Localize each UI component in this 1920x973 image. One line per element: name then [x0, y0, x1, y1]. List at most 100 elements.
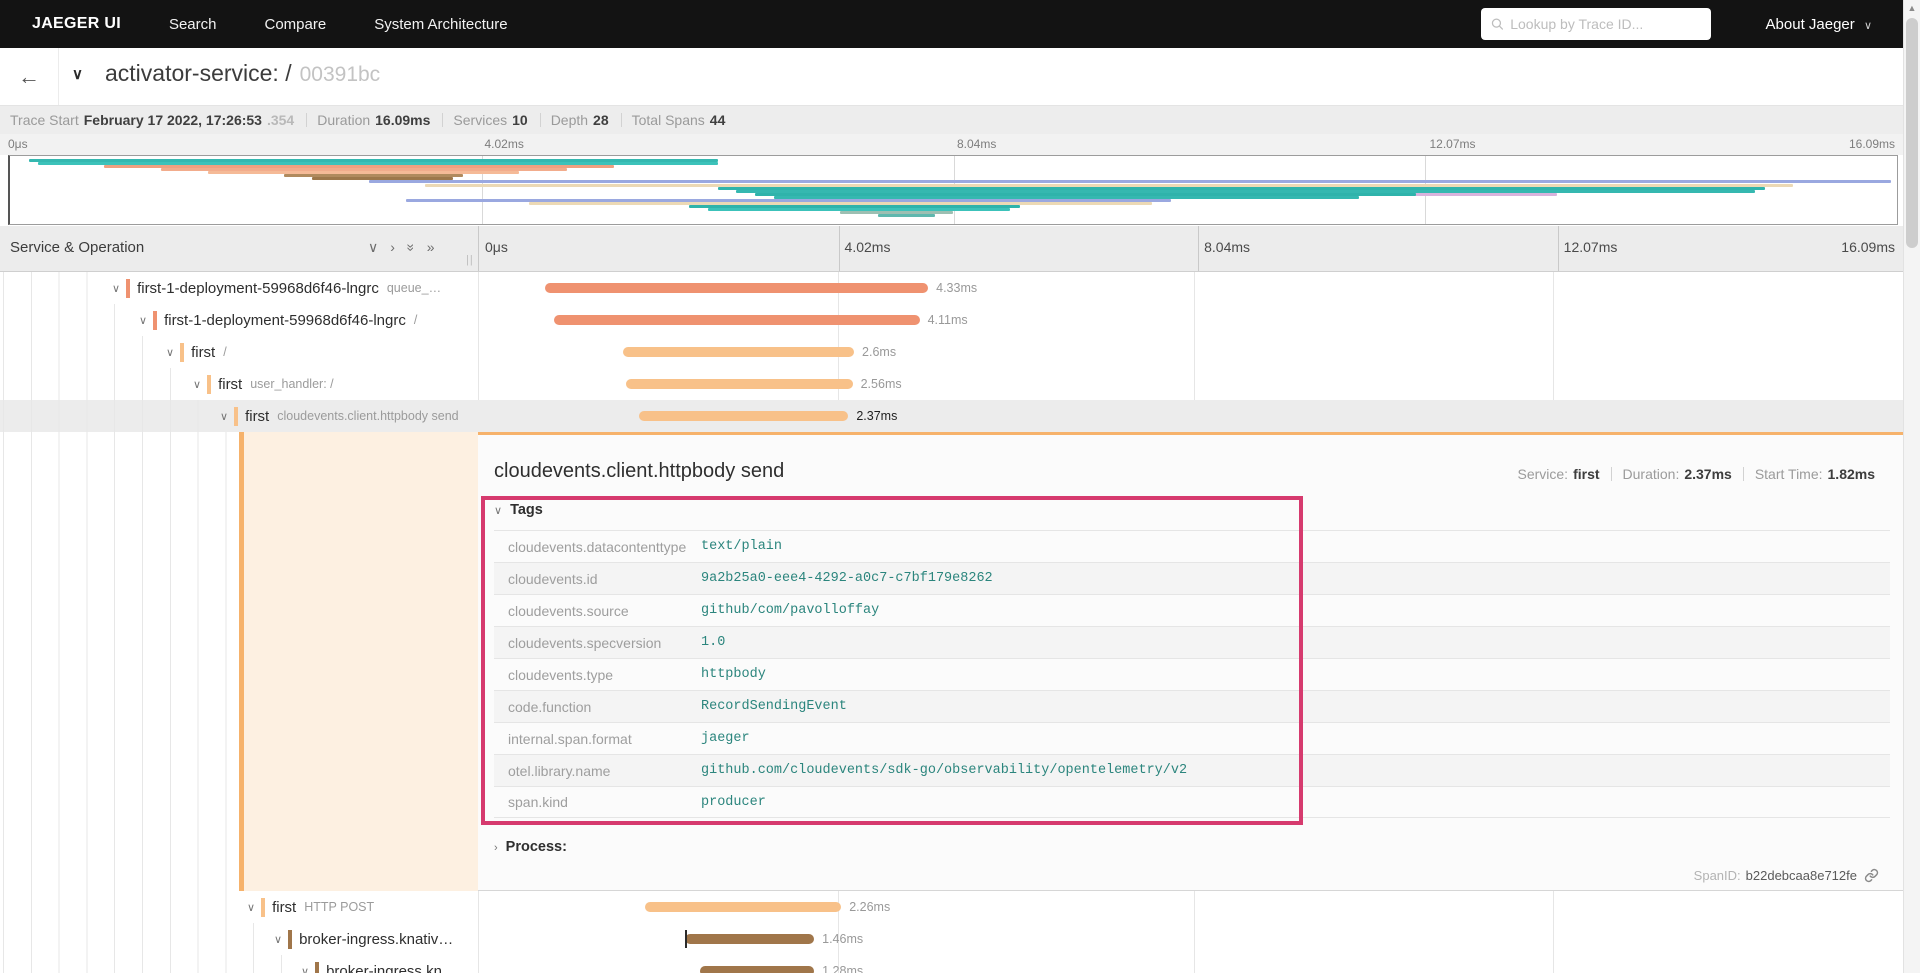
span-id-value: b22debcaa8e712fe [1745, 868, 1857, 883]
trace-info-item: Trace Start February 17 2022, 17:26:53.35… [10, 112, 295, 128]
span-collapse-icon[interactable]: ∨ [247, 901, 255, 914]
tag-row[interactable]: cloudevents.source github/com/pavolloffay [494, 594, 1890, 626]
minimap-tick-label: 4.02ms [484, 137, 524, 151]
trace-info-item: Total Spans 44 [631, 112, 726, 128]
tag-value: text/plain [701, 539, 783, 554]
timeline-minimap[interactable] [8, 155, 1898, 225]
expand-all-icon[interactable]: » [427, 239, 435, 256]
indent-guides [0, 432, 233, 891]
tag-row[interactable]: cloudevents.specversion 1.0 [494, 626, 1890, 658]
span-row[interactable]: ∨ first HTTP POST 2.26ms [0, 891, 1903, 923]
about-jaeger-menu[interactable]: About Jaeger ∨ [1766, 16, 1872, 33]
span-row[interactable]: ∨ first user_handler: / 2.56ms [0, 368, 1903, 400]
span-row[interactable]: ∨ first-1-deployment-59968d6f46-lngrc / 4.1… [0, 304, 1903, 336]
detail-meta-item: Service: first [1517, 466, 1600, 482]
service-name: broker-ingress.knativ… [299, 930, 454, 948]
span-row[interactable]: ∨ first / 2.6ms [0, 336, 1903, 368]
process-section-toggle[interactable]: › Process: [494, 839, 567, 855]
trace-id-short: 00391bc [299, 63, 381, 86]
trace-info-item: Depth 28 [550, 112, 609, 128]
span-id-row: SpanID: b22debcaa8e712fe [1694, 868, 1879, 883]
tag-key: cloudevents.specversion [508, 634, 662, 651]
info-separator [620, 113, 622, 127]
span-duration-bar[interactable] [700, 966, 815, 973]
span-row[interactable]: ∨ broker-ingress.knativ… 1.46ms [0, 923, 1903, 955]
span-duration-bar[interactable] [684, 934, 815, 944]
chevron-down-icon: ∨ [494, 505, 503, 517]
span-duration-bar[interactable] [626, 379, 853, 389]
span-collapse-icon[interactable]: ∨ [112, 282, 120, 295]
span-duration-label: 2.26ms [849, 900, 891, 914]
span-duration-bar[interactable] [639, 411, 849, 421]
span-duration-bar[interactable] [544, 283, 929, 293]
span-duration-bar[interactable] [644, 902, 842, 912]
info-separator [539, 113, 541, 127]
vertical-scrollbar[interactable]: ▲ [1903, 0, 1920, 973]
span-row[interactable]: ∨ broker-ingress.kn… 1.28ms [0, 955, 1903, 973]
tag-row[interactable]: cloudevents.datacontenttype text/plain [494, 530, 1890, 562]
span-collapse-icon[interactable]: ∨ [166, 346, 174, 359]
operation-name: cloudevents.client.httpbody send [277, 409, 459, 423]
minimap-tick-labels: 0μs 4.02ms 8.04ms 12.07ms 16.09ms [0, 134, 1920, 155]
collapse-all-icon[interactable]: » [402, 244, 419, 252]
span-row[interactable]: ∨ first-1-deployment-59968d6f46-lngrc queu… [0, 272, 1903, 304]
chevron-right-icon: › [494, 842, 498, 854]
minimap-tick-label: 8.04ms [957, 137, 997, 151]
back-button[interactable]: ← [0, 48, 59, 105]
info-separator [442, 113, 444, 127]
copy-link-icon[interactable] [1864, 868, 1879, 883]
indent-guides [0, 368, 185, 400]
trace-name: activator-service: / [105, 60, 292, 86]
collapse-trace-header-icon[interactable]: ∨ [72, 65, 83, 83]
indent-guides [0, 891, 239, 923]
span-duration-label: 2.6ms [862, 345, 897, 359]
tag-row[interactable]: otel.library.name github.com/cloudevents/… [494, 754, 1890, 786]
span-duration-bar[interactable] [623, 347, 855, 357]
collapse-one-icon[interactable]: ∨ [368, 239, 378, 256]
trace-id-search-input[interactable] [1510, 16, 1701, 32]
span-row[interactable]: ∨ first cloudevents.client.httpbody send 2.… [0, 400, 1903, 432]
tag-key: internal.span.format [508, 730, 632, 747]
tag-row[interactable]: cloudevents.type httpbody [494, 658, 1890, 690]
axis-gridline [838, 226, 840, 271]
expand-one-icon[interactable]: › [390, 239, 395, 256]
nav-item-system-architecture[interactable]: System Architecture [374, 16, 507, 33]
jaeger-logo[interactable]: JAEGER UI [32, 15, 121, 33]
tag-value: jaeger [701, 731, 750, 746]
span-collapse-icon[interactable]: ∨ [220, 410, 228, 423]
trace-page-header: ← ∨ activator-service: /00391bc ◎ ∧ ∨ × … [0, 48, 1920, 150]
meta-separator [1742, 467, 1744, 481]
scrollbar-up-arrow[interactable]: ▲ [1904, 3, 1920, 13]
nav-item-search[interactable]: Search [169, 16, 217, 33]
axis-tick-label: 8.04ms [1204, 239, 1251, 255]
operation-name: user_handler: / [250, 377, 334, 391]
tag-key: cloudevents.datacontenttype [508, 538, 687, 555]
tag-key: cloudevents.id [508, 570, 598, 587]
span-collapse-icon[interactable]: ∨ [274, 933, 282, 946]
scrollbar-thumb[interactable] [1906, 18, 1918, 248]
trace-info-item: Services 10 [453, 112, 528, 128]
span-collapse-icon[interactable]: ∨ [301, 965, 309, 973]
minimap-span-bar [878, 214, 935, 217]
span-collapse-icon[interactable]: ∨ [139, 314, 147, 327]
tag-row[interactable]: internal.span.format jaeger [494, 722, 1890, 754]
span-detail-panel: cloudevents.client.httpbody send Service… [478, 432, 1903, 891]
operation-name: / [223, 345, 227, 359]
span-duration-label: 4.11ms [927, 313, 968, 327]
trace-summary-bar: Trace Start February 17 2022, 17:26:53.35… [0, 106, 1920, 134]
span-duration-bar[interactable] [553, 315, 920, 325]
axis-tick-label: 16.09ms [1841, 239, 1895, 255]
nav-item-compare[interactable]: Compare [264, 16, 326, 33]
tag-row[interactable]: code.function RecordSendingEvent [494, 690, 1890, 722]
tag-row[interactable]: span.kind producer [494, 786, 1890, 818]
timeline-column-header: Service & Operation ∨ › » » || 0μs 4.02ms… [0, 226, 1920, 272]
column-resize-grip[interactable]: || [466, 254, 474, 266]
minimap-span-bar [368, 180, 1892, 183]
span-collapse-icon[interactable]: ∨ [193, 378, 201, 391]
trace-id-search-box[interactable] [1480, 8, 1711, 40]
meta-separator [1610, 467, 1612, 481]
span-color-band-fill [244, 432, 478, 891]
log-tick-mark [684, 930, 687, 948]
tag-row[interactable]: cloudevents.id 9a2b25a0-eee4-4292-a0c7-c7… [494, 562, 1890, 594]
tags-section-toggle[interactable]: ∨ Tags [494, 502, 543, 518]
